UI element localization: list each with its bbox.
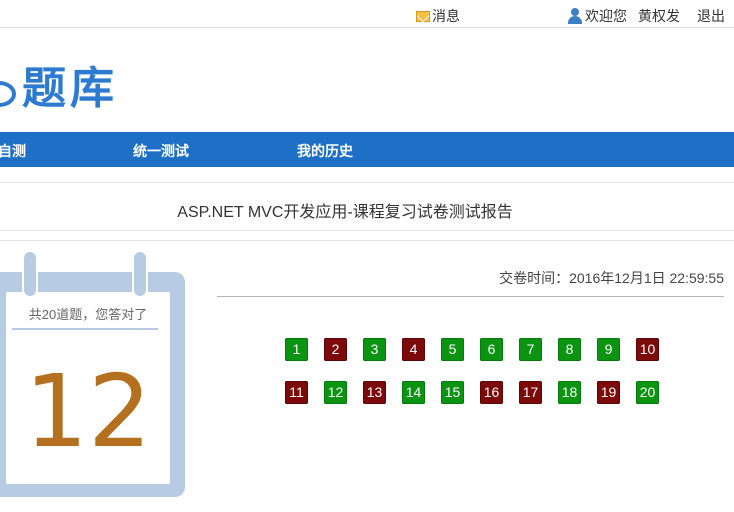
question-result-box[interactable]: 12: [324, 381, 347, 404]
calendar-ring-icon: [132, 250, 148, 298]
user-icon: [567, 8, 583, 24]
envelope-icon: [416, 10, 430, 22]
question-result-box[interactable]: 2: [324, 338, 347, 361]
question-result-box[interactable]: 20: [636, 381, 659, 404]
messages-link[interactable]: 消息: [416, 6, 460, 26]
summary-text: 共20道题，您答对了: [28, 307, 148, 322]
nav-item-my-history[interactable]: 我的历史: [297, 141, 353, 161]
username-link[interactable]: 黄权发: [638, 6, 680, 26]
report-title: ASP.NET MVC开发应用-课程复习试卷测试报告: [177, 204, 513, 221]
question-result-box[interactable]: 14: [402, 381, 425, 404]
question-result-box[interactable]: 9: [597, 338, 620, 361]
welcome-text: 欢迎您: [567, 6, 627, 26]
question-result-box[interactable]: 8: [558, 338, 581, 361]
score-value: 12: [24, 353, 152, 470]
divider: [0, 240, 734, 241]
main-nav: 自测 统一测试 我的历史: [0, 132, 734, 167]
question-result-box[interactable]: 19: [597, 381, 620, 404]
question-result-box[interactable]: 6: [480, 338, 503, 361]
question-result-box[interactable]: 10: [636, 338, 659, 361]
score-calendar: 共20道题，您答对了 12: [0, 250, 185, 497]
submit-time-divider: [217, 296, 724, 297]
welcome-label: 欢迎您: [585, 8, 627, 24]
question-result-box[interactable]: 1: [285, 338, 308, 361]
top-bar: 消息 欢迎您 黄权发 退出: [0, 0, 734, 28]
messages-label: 消息: [432, 8, 460, 24]
question-result-box[interactable]: 17: [519, 381, 542, 404]
question-result-box[interactable]: 15: [441, 381, 464, 404]
report-title-band: ASP.NET MVC开发应用-课程复习试卷测试报告: [0, 182, 734, 231]
question-result-box[interactable]: 3: [363, 338, 386, 361]
question-result-box[interactable]: 7: [519, 338, 542, 361]
nav-item-self-test[interactable]: 自测: [0, 141, 26, 161]
calendar-ring-icon: [22, 250, 38, 298]
question-result-box[interactable]: 11: [285, 381, 308, 404]
submit-time: 交卷时间：2016年12月1日 22:59:55: [499, 270, 724, 286]
question-result-box[interactable]: 18: [558, 381, 581, 404]
question-result-box[interactable]: 13: [363, 381, 386, 404]
cloud-logo-icon: [0, 67, 22, 111]
question-result-box[interactable]: 16: [480, 381, 503, 404]
calendar-divider: [12, 328, 158, 330]
nav-item-unified-test[interactable]: 统一测试: [133, 141, 189, 161]
question-result-box[interactable]: 4: [402, 338, 425, 361]
logout-link[interactable]: 退出: [697, 6, 725, 26]
site-logo[interactable]: 题库: [0, 64, 118, 114]
question-result-box[interactable]: 5: [441, 338, 464, 361]
logo-text: 题库: [22, 63, 118, 114]
